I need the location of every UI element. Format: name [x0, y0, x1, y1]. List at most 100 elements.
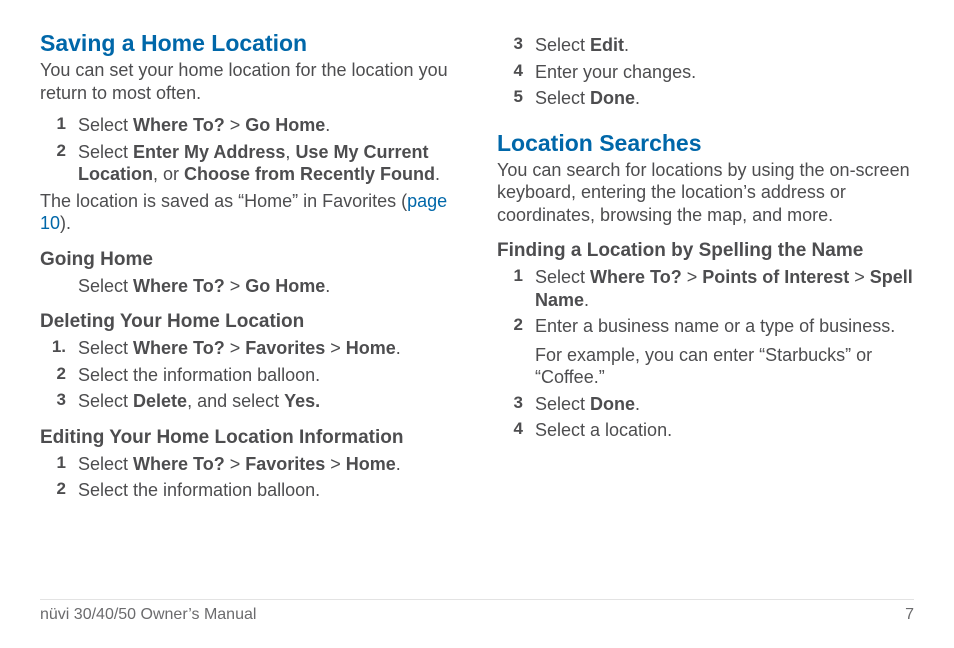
- step-text: Select Edit.: [535, 34, 914, 57]
- bold: Enter My Address: [133, 142, 285, 162]
- t: Select: [535, 394, 590, 414]
- step: 2 Select the information balloon.: [40, 479, 457, 502]
- intro-saving-home: You can set your home location for the l…: [40, 59, 457, 104]
- step-text: Enter a business name or a type of busin…: [535, 315, 914, 389]
- saved-note: The location is saved as “Home” in Favor…: [40, 190, 457, 235]
- t: Select: [78, 276, 133, 296]
- t: Select: [78, 115, 133, 135]
- t: .: [325, 276, 330, 296]
- step-number: 4: [497, 419, 535, 442]
- t: .: [624, 35, 629, 55]
- subhead-editing: Editing Your Home Location Information: [40, 427, 457, 449]
- step-text: Select Where To? > Favorites > Home.: [78, 453, 457, 476]
- bold: Home: [346, 338, 396, 358]
- step-number: 3: [497, 34, 535, 57]
- step: 4 Enter your changes.: [497, 61, 914, 84]
- step-text: Select Where To? > Go Home.: [78, 114, 457, 137]
- step-number: 2: [497, 315, 535, 389]
- step-text: Select Done.: [535, 87, 914, 110]
- page-footer: nüvi 30/40/50 Owner’s Manual 7: [40, 599, 914, 624]
- t: >: [849, 267, 870, 287]
- subhead-going-home: Going Home: [40, 249, 457, 271]
- step-number: 1.: [40, 337, 78, 360]
- bold: Where To?: [590, 267, 682, 287]
- t: Enter a business name or a type of busin…: [535, 316, 895, 336]
- step-text: Enter your changes.: [535, 61, 914, 84]
- bold: Done: [590, 394, 635, 414]
- bold: Home: [346, 454, 396, 474]
- bold: Favorites: [245, 338, 325, 358]
- bold: Favorites: [245, 454, 325, 474]
- t: Select: [78, 454, 133, 474]
- manual-page: Saving a Home Location You can set your …: [0, 0, 954, 648]
- step-number: 1: [40, 114, 78, 137]
- going-home-line: Select Where To? > Go Home.: [40, 275, 457, 298]
- step-text: Select Where To? > Favorites > Home.: [78, 337, 457, 360]
- step-number: 4: [497, 61, 535, 84]
- t: >: [225, 276, 246, 296]
- step-text: Select Where To? > Points of Interest > …: [535, 266, 914, 311]
- t: , and select: [187, 391, 284, 411]
- step-text: Select a location.: [535, 419, 914, 442]
- bold: Go Home: [245, 115, 325, 135]
- t: >: [325, 338, 346, 358]
- step: 3 Select Delete, and select Yes.: [40, 390, 457, 413]
- bold: Where To?: [133, 454, 225, 474]
- right-column: 3 Select Edit. 4 Enter your changes. 5 S…: [497, 30, 914, 506]
- step-subtext: For example, you can enter “Starbucks” o…: [535, 344, 914, 389]
- t: The location is saved as “Home” in Favor…: [40, 191, 407, 211]
- t: .: [435, 164, 440, 184]
- t: >: [325, 454, 346, 474]
- step: 2 Enter a business name or a type of bus…: [497, 315, 914, 389]
- t: ).: [60, 213, 71, 233]
- step-text: Select the information balloon.: [78, 479, 457, 502]
- bold: Points of Interest: [702, 267, 849, 287]
- step: 1. Select Where To? > Favorites > Home.: [40, 337, 457, 360]
- step-text: Select Delete, and select Yes.: [78, 390, 457, 413]
- step: 5 Select Done.: [497, 87, 914, 110]
- bold: Where To?: [133, 115, 225, 135]
- step-text: Select Done.: [535, 393, 914, 416]
- bold: Choose from Recently Found: [184, 164, 435, 184]
- t: .: [635, 88, 640, 108]
- intro-location-searches: You can search for locations by using th…: [497, 159, 914, 227]
- step: 2 Select the information balloon.: [40, 364, 457, 387]
- footer-page-number: 7: [905, 606, 914, 624]
- step: 1 Select Where To? > Points of Interest …: [497, 266, 914, 311]
- bold: Edit: [590, 35, 624, 55]
- bold: Where To?: [133, 338, 225, 358]
- step: 4 Select a location.: [497, 419, 914, 442]
- bold: Yes.: [284, 391, 320, 411]
- subhead-finding: Finding a Location by Spelling the Name: [497, 240, 914, 262]
- step: 1 Select Where To? > Favorites > Home.: [40, 453, 457, 476]
- t: >: [225, 338, 246, 358]
- t: .: [396, 454, 401, 474]
- t: , or: [153, 164, 184, 184]
- bold: Where To?: [133, 276, 225, 296]
- t: Select: [78, 338, 133, 358]
- t: >: [225, 115, 246, 135]
- bold: Done: [590, 88, 635, 108]
- t: Select: [78, 391, 133, 411]
- t: Select: [535, 88, 590, 108]
- step-number: 1: [40, 453, 78, 476]
- step-number: 2: [40, 479, 78, 502]
- t: .: [635, 394, 640, 414]
- t: Select: [78, 142, 133, 162]
- t: ,: [285, 142, 295, 162]
- t: .: [584, 290, 589, 310]
- step-number: 2: [40, 364, 78, 387]
- t: .: [325, 115, 330, 135]
- t: Select: [535, 35, 590, 55]
- subhead-deleting: Deleting Your Home Location: [40, 311, 457, 333]
- two-column-layout: Saving a Home Location You can set your …: [40, 30, 914, 506]
- step: 1 Select Where To? > Go Home.: [40, 114, 457, 137]
- t: >: [682, 267, 703, 287]
- step-number: 5: [497, 87, 535, 110]
- step: 2 Select Enter My Address, Use My Curren…: [40, 141, 457, 186]
- step-number: 1: [497, 266, 535, 311]
- t: >: [225, 454, 246, 474]
- t: Select: [535, 267, 590, 287]
- step-text: Select the information balloon.: [78, 364, 457, 387]
- step-number: 2: [40, 141, 78, 186]
